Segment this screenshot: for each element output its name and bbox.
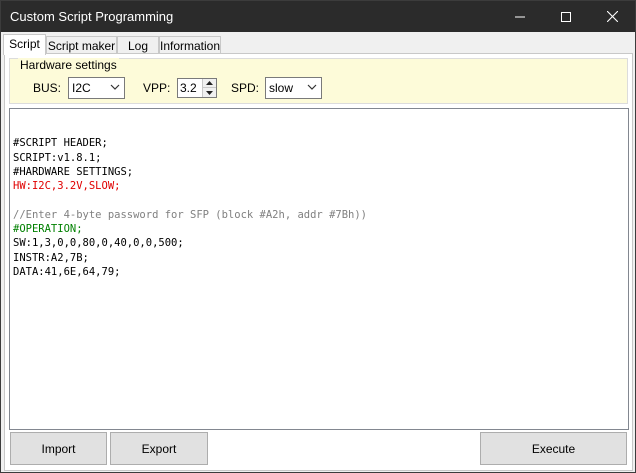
minimize-icon [515,16,525,17]
minimize-button[interactable] [497,1,543,32]
bus-label: BUS: [33,81,62,95]
export-button[interactable]: Export [110,432,208,465]
close-icon [606,11,618,22]
vpp-stepper-buttons [202,79,216,97]
tab-log[interactable]: Log [117,36,159,54]
vpp-decrement-button[interactable] [203,88,216,97]
script-line [13,193,367,207]
script-line: #HARDWARE SETTINGS; [13,165,134,178]
window-title: Custom Script Programming [10,9,174,24]
spd-select-value: slow [269,81,294,95]
tab-information[interactable]: Information [159,36,221,54]
script-tab-panel: Hardware settings BUS: I2C VPP: 3.2 SPD:… [4,53,633,471]
app-window: Custom Script Programming Script Script … [0,0,636,473]
caret-up-icon [206,81,213,85]
import-button[interactable]: Import [10,432,107,465]
script-line: #OPERATION; [13,223,83,236]
tab-script[interactable]: Script [3,34,46,55]
script-line: //Enter 4-byte password for SFP (block #… [13,208,368,221]
script-line: SCRIPT:v1.8.1; [13,151,102,164]
vpp-increment-button[interactable] [203,79,216,88]
script-editor[interactable]: #SCRIPT HEADER; SCRIPT:v1.8.1; #HARDWARE S… [9,108,629,430]
bus-select-value: I2C [72,81,91,95]
script-line: SW:1,3,0,0,80,0,40,0,0,500; [13,237,184,250]
script-line [13,122,367,136]
chevron-down-icon [307,84,317,90]
vpp-label: VPP: [143,81,171,95]
bus-select[interactable]: I2C [68,77,125,99]
execute-button[interactable]: Execute [480,432,627,465]
hardware-settings-group: Hardware settings BUS: I2C VPP: 3.2 SPD:… [9,58,628,104]
script-line: HW:I2C,3.2V,SLOW; [13,180,121,193]
title-bar[interactable]: Custom Script Programming [1,1,635,32]
vpp-stepper-value: 3.2 [180,81,197,95]
tab-script-maker[interactable]: Script maker [46,36,117,54]
script-lines: #SCRIPT HEADER; SCRIPT:v1.8.1; #HARDWARE S… [13,122,367,279]
maximize-button[interactable] [543,1,589,32]
caret-down-icon [206,90,213,95]
hardware-settings-legend: Hardware settings [18,58,119,72]
script-line: INSTR:A2,7B; [13,251,89,264]
chevron-down-icon [110,84,120,90]
close-button[interactable] [589,1,635,32]
spd-select[interactable]: slow [265,77,322,99]
script-line: DATA:41,6E,64,79; [13,265,121,278]
spd-label: SPD: [231,81,260,95]
script-line: #SCRIPT HEADER; [13,137,108,150]
vpp-stepper[interactable]: 3.2 [177,78,217,98]
maximize-icon [561,11,571,22]
